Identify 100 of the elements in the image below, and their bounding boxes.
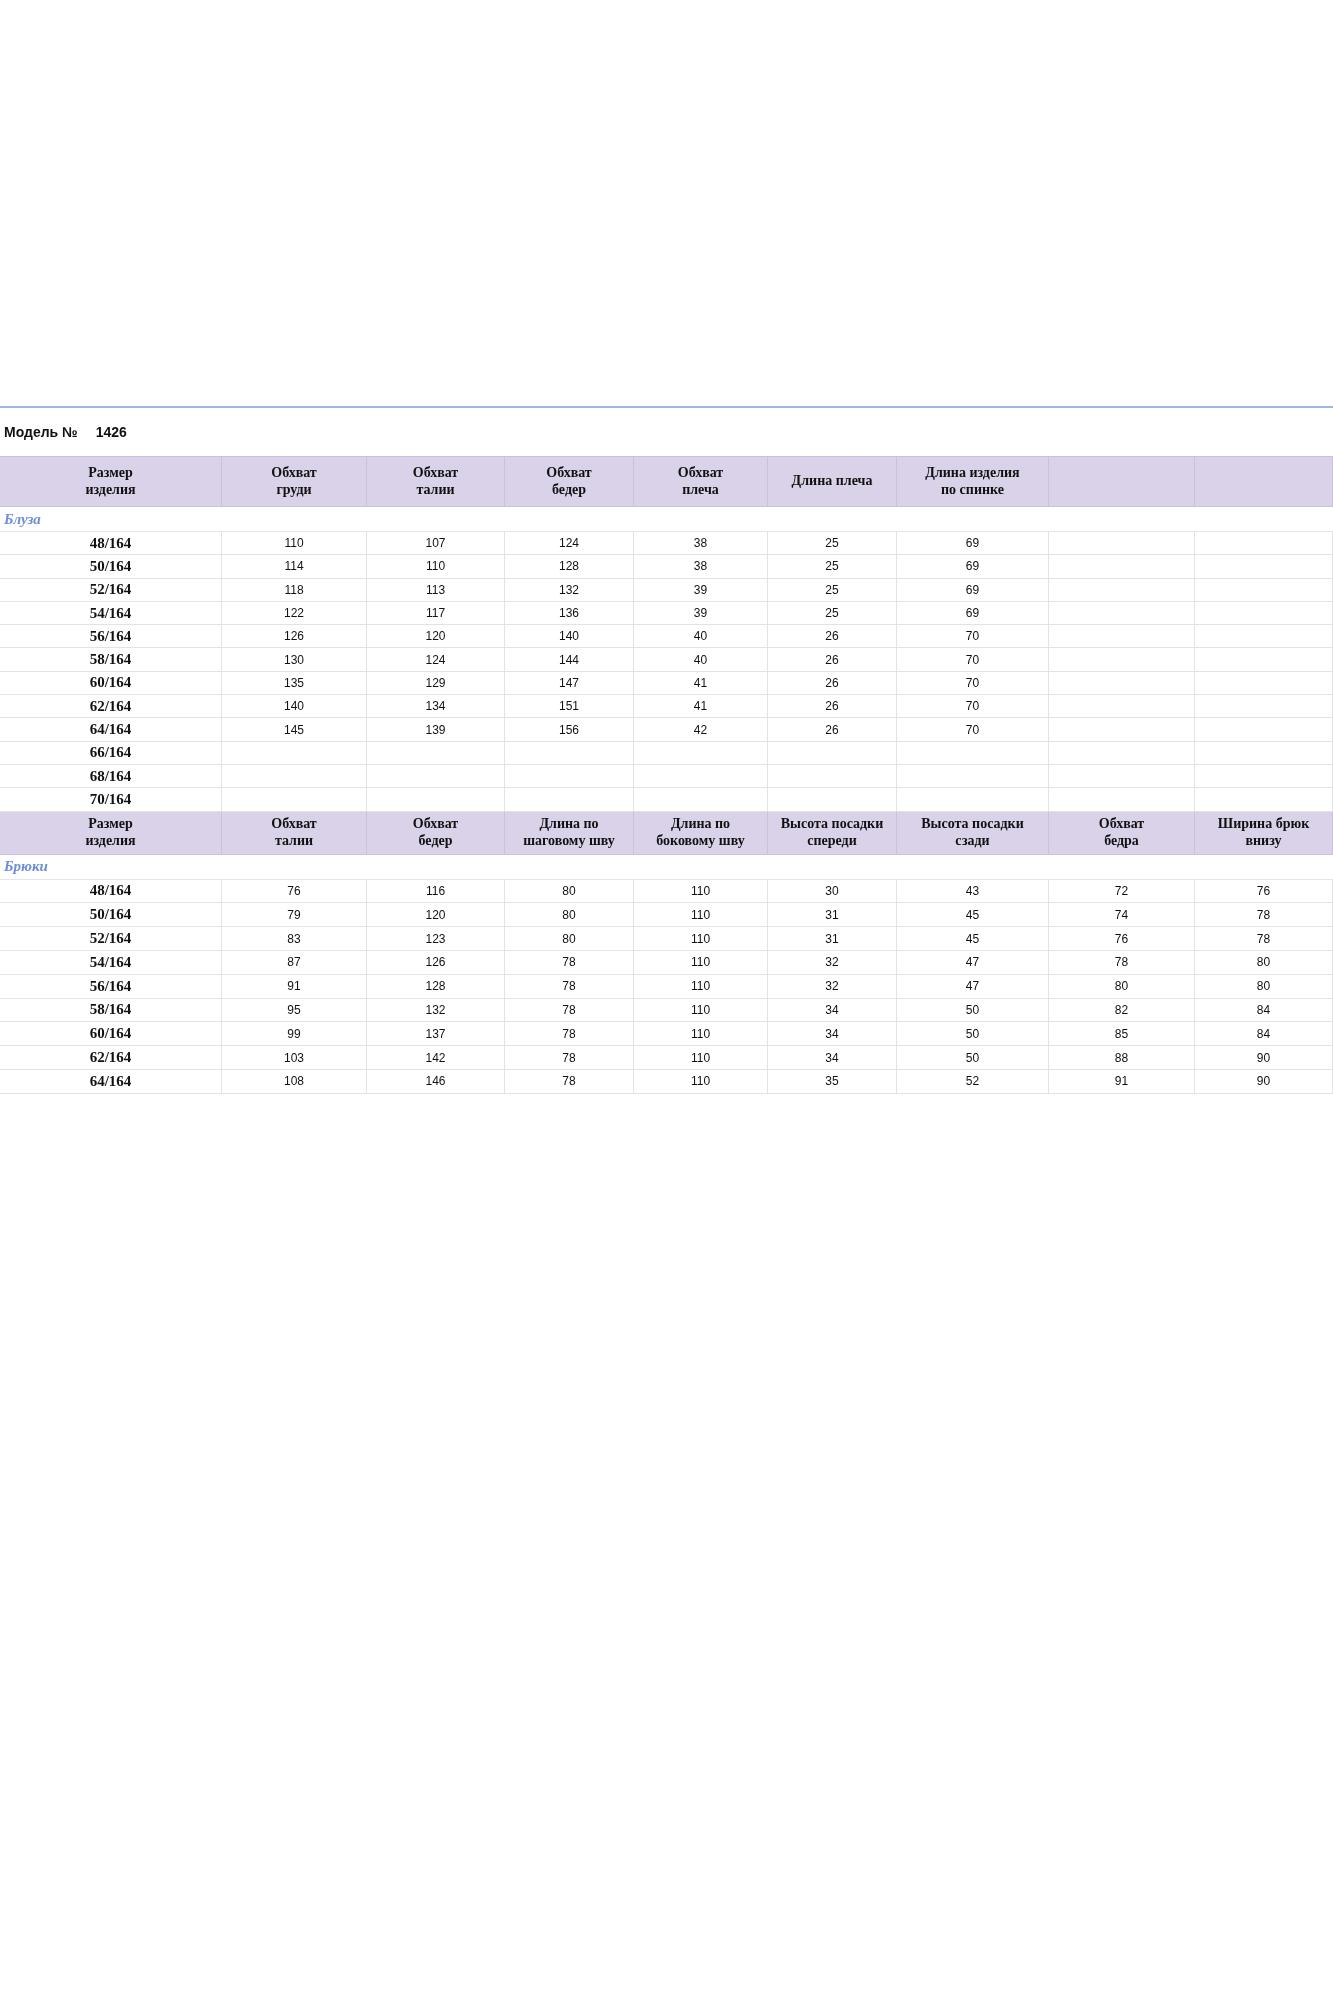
table-cell: 110 — [690, 1026, 711, 1041]
table-cell: 80 — [1114, 979, 1129, 994]
table-cell: 50 — [965, 1050, 980, 1065]
size-label: 58/164 — [89, 651, 132, 669]
size-label: 62/164 — [89, 697, 132, 715]
table-cell: 137 — [425, 1026, 446, 1041]
table-cell: 25 — [825, 606, 839, 621]
table-cell: 145 — [284, 722, 304, 737]
table-cell: 78 — [1256, 931, 1271, 946]
table-cell: 31 — [825, 907, 839, 922]
table-cell: 87 — [287, 955, 301, 970]
column-header: Длина по боковому шву — [656, 816, 745, 849]
table-cell: 45 — [965, 931, 980, 946]
table-cell: 25 — [825, 559, 839, 574]
table-cell: 34 — [825, 1026, 839, 1041]
size-label: 50/164 — [89, 906, 132, 924]
table-cell: 70 — [965, 722, 980, 737]
column-header: Обхват бедер — [412, 816, 459, 849]
table-cell: 26 — [825, 675, 839, 690]
size-label: 58/164 — [89, 1001, 132, 1019]
table-cell: 26 — [825, 699, 839, 714]
table-cell: 110 — [690, 1074, 711, 1089]
table-cell: 134 — [425, 699, 446, 714]
table-cell: 69 — [965, 606, 980, 621]
model-label: Модель № — [4, 424, 78, 440]
table-cell: 110 — [690, 931, 711, 946]
table-cell: 39 — [693, 606, 708, 621]
table-cell: 32 — [825, 979, 839, 994]
table-cell: 110 — [425, 559, 446, 574]
table-cell: 79 — [287, 907, 301, 922]
table-cell: 38 — [693, 536, 708, 551]
table-cell: 69 — [965, 582, 980, 597]
table-cell: 110 — [690, 907, 711, 922]
table-cell: 129 — [425, 675, 446, 690]
table-cell: 47 — [965, 979, 980, 994]
size-label: 54/164 — [89, 604, 132, 622]
size-label: 66/164 — [89, 744, 132, 762]
column-header: Обхват талии — [271, 816, 317, 849]
table-cell: 40 — [693, 629, 708, 644]
table-cell: 147 — [559, 675, 579, 690]
table-cell: 84 — [1256, 1026, 1271, 1041]
table-cell: 69 — [965, 536, 980, 551]
table-cell: 80 — [562, 883, 576, 898]
section-label: Брюки — [3, 858, 48, 876]
table-cell: 128 — [425, 979, 446, 994]
table-cell: 69 — [965, 559, 980, 574]
table-cell: 70 — [965, 675, 980, 690]
table-cell: 70 — [965, 699, 980, 714]
table-cell: 108 — [284, 1074, 304, 1089]
column-header: Размер изделия — [85, 465, 136, 498]
table-cell: 50 — [965, 1026, 980, 1041]
table-cell: 35 — [825, 1074, 839, 1089]
size-label: 62/164 — [89, 1049, 132, 1067]
table-cell: 78 — [562, 1002, 576, 1017]
table-cell: 78 — [562, 955, 576, 970]
table-cell: 132 — [425, 1002, 446, 1017]
table-cell: 126 — [425, 955, 446, 970]
table-cell: 31 — [825, 931, 839, 946]
table-cell: 39 — [693, 582, 708, 597]
table-cell: 151 — [559, 699, 579, 714]
table-cell: 146 — [425, 1074, 446, 1089]
table-cell: 78 — [1114, 955, 1129, 970]
table-cell: 50 — [965, 1002, 980, 1017]
table-cell: 70 — [965, 652, 980, 667]
table-cell: 110 — [690, 1050, 711, 1065]
table-cell: 25 — [825, 536, 839, 551]
size-label: 48/164 — [89, 534, 132, 552]
table-cell: 91 — [287, 979, 301, 994]
table-cell: 85 — [1114, 1026, 1129, 1041]
table-cell: 110 — [690, 955, 711, 970]
table-cell: 45 — [965, 907, 980, 922]
size-label: 64/164 — [89, 721, 132, 738]
table-cell: 156 — [559, 722, 579, 737]
table-cell: 41 — [693, 699, 708, 714]
table-cell: 40 — [693, 652, 708, 667]
size-label: 64/164 — [89, 1072, 132, 1090]
size-label: 68/164 — [89, 767, 132, 785]
table-cell: 114 — [284, 559, 304, 574]
table-cell: 70 — [965, 629, 980, 644]
table-cell: 99 — [287, 1026, 301, 1041]
table-cell: 47 — [965, 955, 980, 970]
table-cell: 41 — [693, 675, 708, 690]
column-header: Обхват плеча — [677, 465, 724, 498]
table-cell: 84 — [1256, 1002, 1271, 1017]
table-cell: 26 — [825, 722, 839, 737]
table-cell: 76 — [287, 883, 301, 898]
table-cell: 26 — [825, 652, 839, 667]
table-cell: 80 — [1256, 955, 1271, 970]
table-cell: 80 — [562, 931, 576, 946]
size-label: 50/164 — [89, 557, 132, 575]
table-cell: 123 — [425, 931, 446, 946]
table-cell: 76 — [1114, 931, 1129, 946]
table-cell: 26 — [825, 629, 839, 644]
size-label: 52/164 — [89, 581, 132, 599]
table-cell: 38 — [693, 559, 708, 574]
size-label: 56/164 — [89, 627, 132, 645]
table-cell: 78 — [562, 1074, 576, 1089]
table-cell: 42 — [693, 722, 708, 737]
table-cell: 142 — [425, 1050, 446, 1065]
table-cell: 136 — [559, 606, 579, 621]
